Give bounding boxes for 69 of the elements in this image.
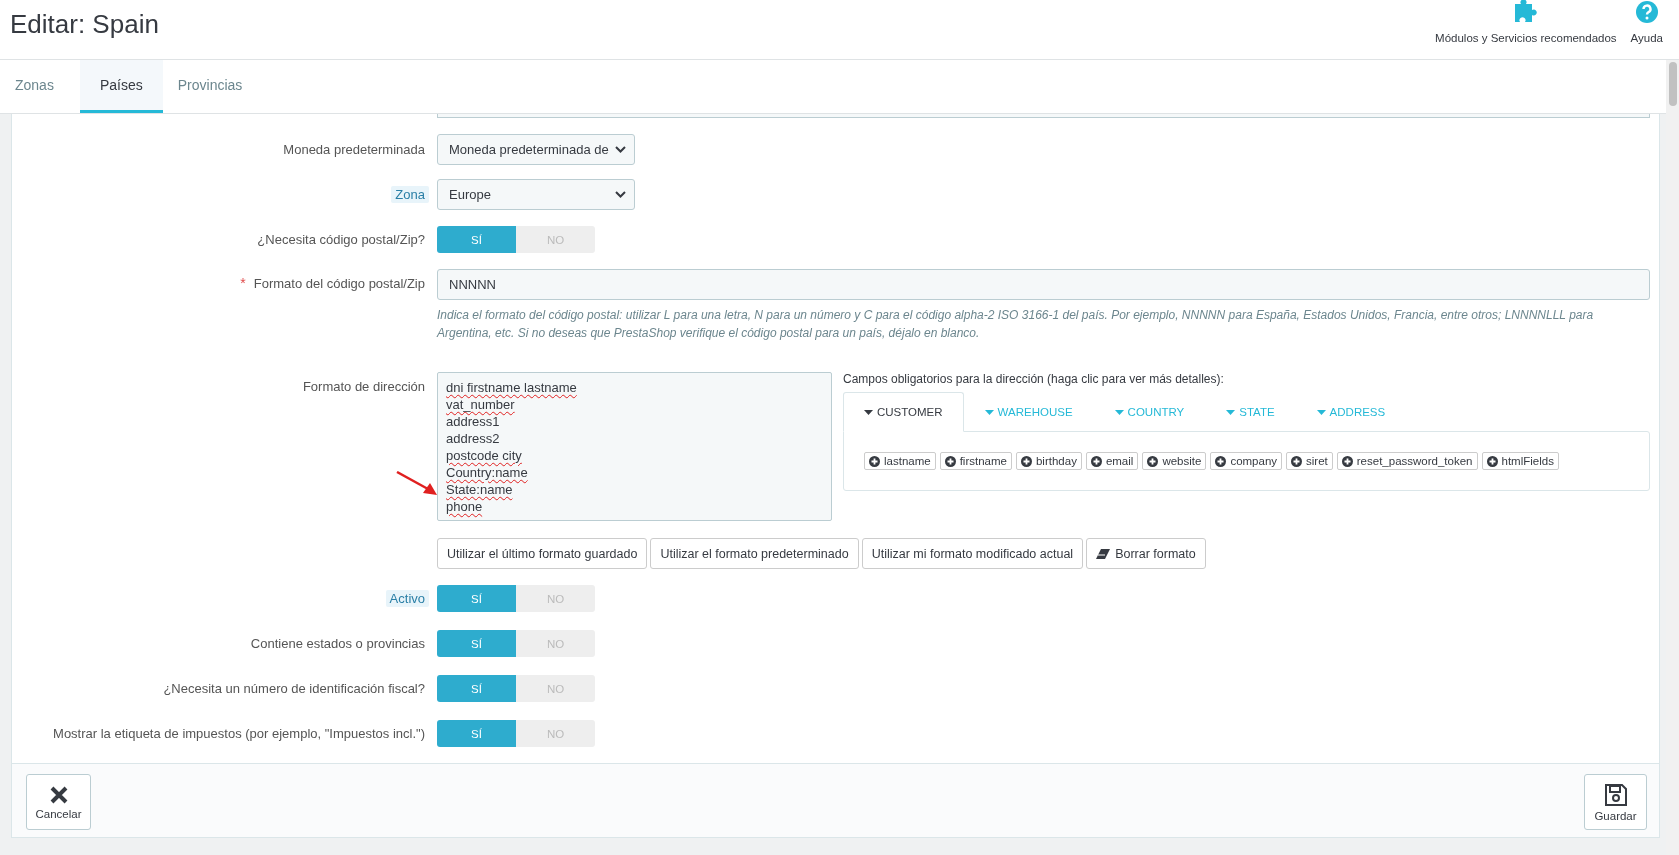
chevron-down-icon [615,146,626,153]
field-label: Activo [385,590,429,607]
field-chip[interactable]: lastname [864,452,936,470]
close-icon [48,784,69,805]
field-label: ¿Necesita código postal/Zip? [256,231,426,248]
caret-icon [1316,409,1326,415]
page-title: Editar: Spain [10,9,159,40]
footer-button[interactable]: Guardar [1584,774,1647,830]
field-chip[interactable]: firstname [939,452,1012,470]
field-chip[interactable]: birthday [1015,452,1082,470]
field-label: Mostrar la etiqueta de impuestos (por ejemplo, "Impuestos incl.") [52,725,426,742]
caret-icon [864,409,873,415]
field-label: Moneda predeterminada [282,141,426,158]
format-line: phone [446,498,483,515]
help-text: Indica el formato del código postal: utilizar L para una letra, N para un número y C para el código alpha-2 ISO 3166-1 del país. Por ejemplo, NNNNN para España, Estados Unidos, Francia, entre otros; LNNNNLLL para Argentina, etc. Si no deseas que PrestaShop verifique el código postal para un país, déjalo en blanco. [437,307,1595,342]
format-line: dni firstname lastname [446,379,577,396]
caret-icon [984,409,994,415]
plus-circle-icon [1020,455,1032,467]
chevron-down-icon [615,191,626,198]
field-label: Contiene estados o provincias [249,635,426,652]
field-chip[interactable]: siret [1286,452,1333,470]
format-line: address2 [446,430,500,447]
footer-button[interactable]: Cancelar [26,774,91,830]
plus-circle-icon [1090,455,1102,467]
toolbar-link[interactable]: Ayuda [1630,0,1663,44]
puzzle-icon [1512,0,1539,24]
dropdown[interactable]: Europe [437,179,635,210]
arrow-annotation [396,471,438,497]
dropdown[interactable]: Moneda predeterminada de [437,134,635,165]
plus-circle-icon [1291,455,1303,467]
field-chip[interactable]: email [1085,452,1139,470]
field-tab[interactable]: CUSTOMER [843,392,964,432]
scrollbar-thumb[interactable] [1669,62,1677,106]
format-button[interactable]: Utilizar mi formato modificado actual [861,538,1084,569]
format-button[interactable]: Utilizar el formato predeterminado [650,538,859,569]
format-line: Country:name [446,464,528,481]
plus-circle-icon [1341,455,1353,467]
required-mark: * [240,275,246,291]
field-label: Formato de dirección [301,378,426,395]
plus-circle-icon [1147,455,1159,467]
format-line: vat_number [446,396,515,413]
format-button[interactable]: Borrar formato [1086,538,1206,569]
tab[interactable]: Países [79,60,163,113]
plus-circle-icon [1486,455,1498,467]
field-label: Zona [391,186,429,203]
field-label: Formato del código postal/Zip [252,275,426,292]
plus-circle-icon [944,455,956,467]
caret-icon [1226,409,1236,415]
field-label: ¿Necesita un número de identificación fiscal? [162,680,426,697]
plus-circle-icon [869,455,880,467]
input-field[interactable] [437,114,1650,118]
field-chip[interactable]: company [1210,452,1283,470]
save-icon [1603,782,1628,807]
format-line: postcode city [446,447,522,464]
field-chip[interactable]: reset_password_token [1336,452,1478,470]
tab[interactable]: Provincias [162,60,269,113]
fields-title: Campos obligatorios para la dirección (haga clic para ver más detalles): [843,372,1225,386]
address-format-field[interactable]: dni firstname lastname vat_number address1 address2 postcode city Country:name State:name phone [437,372,832,521]
eraser-icon [1096,548,1111,559]
input-field[interactable]: NNNNN [437,269,1650,300]
field-chip[interactable]: website [1142,452,1207,470]
field-chip[interactable]: htmlFields [1481,452,1559,470]
toolbar-link[interactable]: Módulos y Servicios recomendados [1435,0,1617,44]
format-line: address1 [446,413,500,430]
format-button[interactable]: Utilizar el último formato guardado [437,538,648,569]
format-line: State:name [446,481,513,498]
caret-icon [1114,409,1124,415]
tab[interactable]: Zonas [0,60,80,113]
plus-circle-icon [1215,455,1227,467]
